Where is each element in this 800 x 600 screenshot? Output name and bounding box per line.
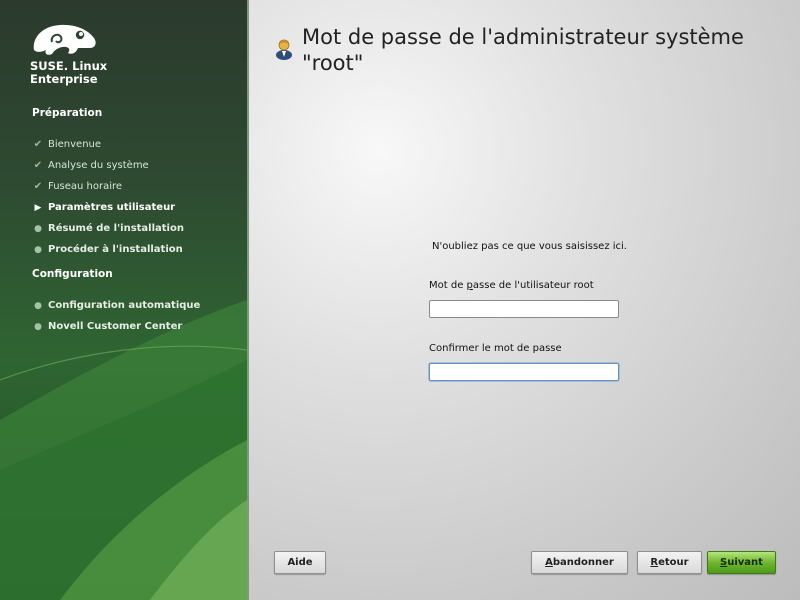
step-label: Résumé de l'installation [48, 223, 184, 234]
page-title: Mot de passe de l'administrateur système… [302, 25, 744, 75]
confirm-password-label: Confirmer le mot de passe [429, 343, 562, 354]
step-item-parametres: ▶ Paramètres utilisateur [28, 200, 176, 216]
step-label: Novell Customer Center [48, 321, 183, 332]
step-label: Configuration automatique [48, 300, 201, 311]
step-label: Paramètres utilisateur [48, 202, 176, 213]
bullet-icon: ● [34, 224, 42, 234]
bullet-icon: ● [34, 301, 42, 311]
step-item-analyse: ✔ Analyse du système [28, 158, 149, 174]
confirm-password-field[interactable] [429, 363, 619, 381]
step-item-bienvenue: ✔ Bienvenue [28, 137, 101, 153]
step-label: Fuseau horaire [48, 181, 123, 192]
arrow-right-icon: ▶ [34, 203, 42, 213]
check-icon: ✔ [33, 139, 43, 150]
step-item-config-auto: ● Configuration automatique [28, 298, 200, 314]
section-title-configuration: Configuration [32, 268, 113, 280]
step-item-proceder: ● Procéder à l'installation [28, 242, 183, 258]
password-field[interactable] [429, 300, 619, 318]
step-item-fuseau: ✔ Fuseau horaire [28, 179, 122, 195]
abort-button[interactable]: Abandonner [531, 551, 628, 574]
step-item-ncc: ● Novell Customer Center [28, 319, 182, 335]
brand-text: SUSE. Linux Enterprise [30, 60, 107, 86]
brand-line-2: Enterprise [30, 72, 98, 86]
hint-text: N'oubliez pas ce que vous saisissez ici. [432, 241, 627, 252]
bullet-icon: ● [34, 322, 42, 332]
step-label: Bienvenue [48, 139, 102, 150]
step-label: Analyse du système [48, 160, 149, 171]
check-icon: ✔ [33, 181, 43, 192]
back-button[interactable]: Retour [637, 551, 702, 574]
chameleon-icon [33, 24, 96, 55]
bullet-icon: ● [34, 245, 42, 255]
help-button[interactable]: Aide [274, 551, 326, 574]
next-button[interactable]: Suivant [707, 551, 776, 574]
main-panel: Mot de passe de l'administrateur système… [249, 0, 800, 600]
password-label: Mot de passe de l'utilisateur root [429, 280, 594, 291]
user-icon [276, 39, 292, 60]
check-icon: ✔ [33, 160, 43, 171]
step-label: Procéder à l'installation [48, 244, 183, 255]
sidebar: SUSE. Linux Enterprise Préparation ✔ Bien… [0, 0, 247, 600]
section-title-preparation: Préparation [32, 107, 103, 119]
step-item-resume: ● Résumé de l'installation [28, 221, 184, 237]
suse-logo: SUSE. Linux Enterprise [30, 20, 107, 86]
